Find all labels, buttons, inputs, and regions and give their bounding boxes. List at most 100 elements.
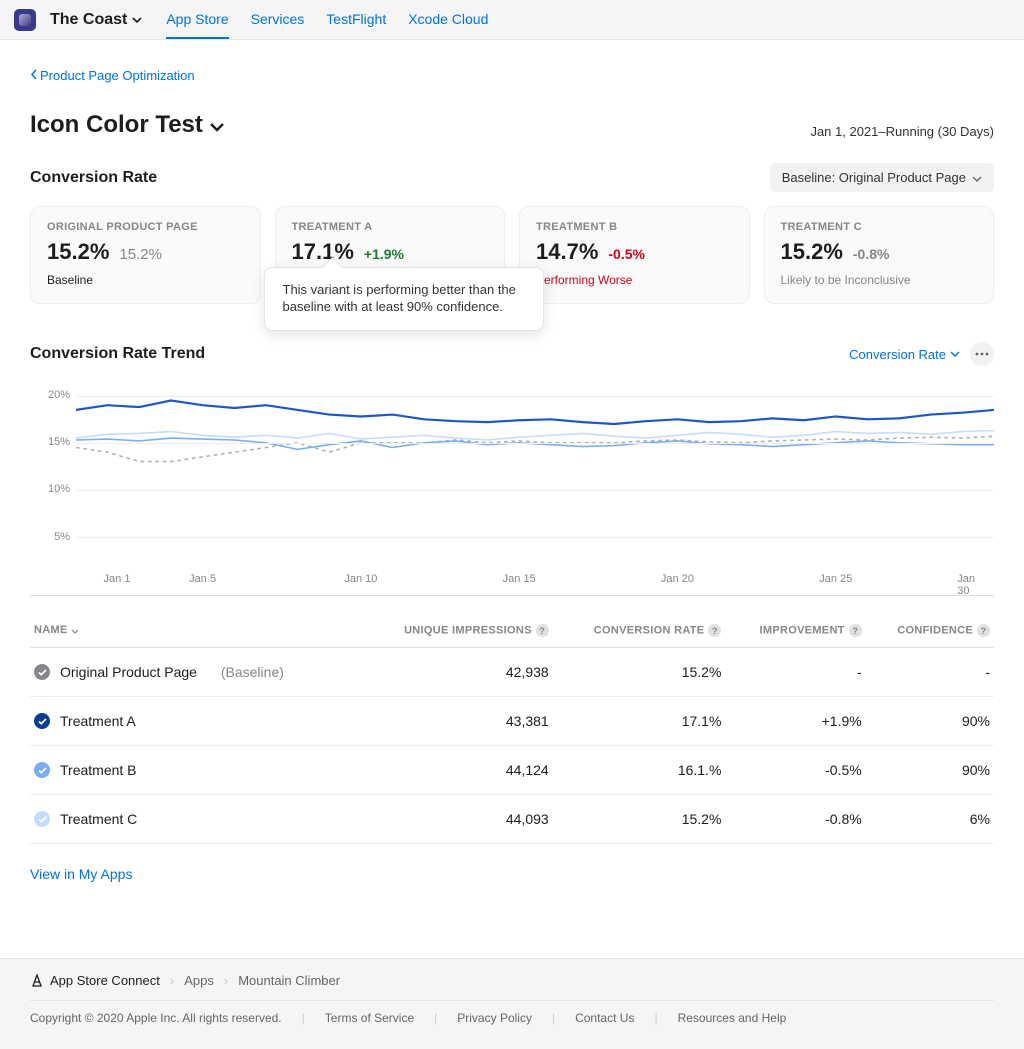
card-value: 15.2% — [47, 239, 109, 265]
table-header[interactable]: UNIQUE IMPRESSIONS? — [358, 612, 552, 648]
chart-series-line — [76, 401, 994, 425]
x-tick: Jan 10 — [344, 573, 377, 585]
x-tick: Jan 15 — [503, 573, 536, 585]
chart-series-line — [76, 431, 994, 440]
x-tick: Jan 25 — [819, 573, 852, 585]
table-header[interactable]: CONFIDENCE? — [866, 612, 994, 648]
footer-link[interactable]: Contact Us — [575, 1011, 634, 1025]
summary-cards: ORIGINAL PRODUCT PAGE15.2%15.2%Baseline T… — [30, 206, 994, 304]
results-table: NAME UNIQUE IMPRESSIONS?CONVERSION RATE?… — [30, 612, 994, 844]
summary-card[interactable]: TREATMENT A17.1%+1.9%Performing BetterTh… — [275, 206, 506, 304]
footer-link[interactable]: Resources and Help — [678, 1011, 787, 1025]
x-tick: Jan 20 — [661, 573, 694, 585]
tooltip: This variant is performing better than t… — [264, 267, 544, 331]
help-icon[interactable]: ? — [849, 624, 862, 637]
card-label: TREATMENT B — [536, 221, 733, 233]
row-name: Treatment B — [60, 762, 137, 778]
trend-title: Conversion Rate Trend — [30, 345, 205, 363]
table-header[interactable]: CONVERSION RATE? — [553, 612, 726, 648]
nav-xcode-cloud[interactable]: Xcode Cloud — [408, 1, 488, 39]
check-icon — [34, 762, 50, 778]
row-improvement: - — [725, 648, 865, 697]
chevron-left-icon — [30, 68, 37, 83]
help-icon[interactable]: ? — [977, 624, 990, 637]
table-header[interactable]: IMPROVEMENT? — [725, 612, 865, 648]
baseline-select-label: Baseline: Original Product Page — [782, 170, 966, 185]
row-confidence: 90% — [866, 746, 994, 795]
row-name: Treatment A — [60, 713, 136, 729]
check-icon — [34, 713, 50, 729]
y-tick: 15% — [48, 436, 70, 448]
chevron-down-icon — [209, 111, 225, 139]
footer-breadcrumbs: App Store Connect › Apps › Mountain Climber — [30, 973, 994, 988]
card-delta: -0.8% — [853, 246, 890, 262]
row-impressions: 43,381 — [358, 697, 552, 746]
card-status: Performing Worse — [536, 273, 733, 287]
baseline-select[interactable]: Baseline: Original Product Page — [770, 163, 994, 192]
card-value: 14.7% — [536, 239, 598, 265]
copyright: Copyright © 2020 Apple Inc. All rights r… — [30, 1011, 282, 1025]
baseline-tag: (Baseline) — [221, 664, 284, 680]
card-label: TREATMENT A — [292, 221, 489, 233]
breadcrumb-link[interactable]: Apps — [184, 973, 214, 988]
row-conversion: 17.1% — [553, 697, 726, 746]
date-status: Jan 1, 2021–Running (30 Days) — [810, 124, 994, 139]
help-icon[interactable]: ? — [708, 624, 721, 637]
row-impressions: 44,124 — [358, 746, 552, 795]
app-icon — [14, 9, 36, 31]
footer-link[interactable]: Privacy Policy — [457, 1011, 532, 1025]
chevron-down-icon — [972, 170, 982, 185]
card-status: Likely to be Inconclusive — [781, 273, 978, 287]
x-tick: Jan 30 — [957, 573, 975, 597]
row-confidence: 90% — [866, 697, 994, 746]
chevron-down-icon — [950, 351, 960, 357]
back-link[interactable]: Product Page Optimization — [30, 68, 195, 83]
more-button[interactable] — [970, 342, 994, 366]
summary-card[interactable]: TREATMENT C 15.2% -0.8% Likely to be Inconc… — [764, 206, 995, 304]
chevron-right-icon: › — [170, 973, 174, 988]
card-value: 15.2% — [781, 239, 843, 265]
card-label: TREATMENT C — [781, 221, 978, 233]
app-name-text: The Coast — [50, 11, 127, 29]
row-confidence: - — [866, 648, 994, 697]
row-impressions: 42,938 — [358, 648, 552, 697]
row-conversion: 15.2% — [553, 795, 726, 844]
table-row: Treatment B44,12416.1.%-0.5%90% — [30, 746, 994, 795]
x-tick: Jan 1 — [104, 573, 131, 585]
help-icon[interactable]: ? — [536, 624, 549, 637]
page-title-text: Icon Color Test — [30, 111, 203, 139]
metric-select[interactable]: Conversion Rate — [849, 347, 960, 362]
app-switcher[interactable]: The Coast — [50, 11, 142, 29]
chevron-down-icon — [71, 625, 79, 637]
row-improvement: +1.9% — [725, 697, 865, 746]
summary-card[interactable]: ORIGINAL PRODUCT PAGE15.2%15.2%Baseline — [30, 206, 261, 304]
topbar: The Coast App Store Services TestFlight Xco… — [0, 0, 1024, 40]
card-value: 17.1% — [292, 239, 354, 265]
page-footer: App Store Connect›Apps›Mountain Climber … — [0, 958, 1024, 1049]
app-store-connect-logo[interactable]: App Store Connect — [30, 973, 160, 988]
card-delta: +1.9% — [364, 246, 404, 262]
row-impressions: 44,093 — [358, 795, 552, 844]
breadcrumb-link[interactable]: Mountain Climber — [238, 973, 340, 988]
row-improvement: -0.8% — [725, 795, 865, 844]
chevron-down-icon — [132, 17, 142, 23]
ellipsis-icon — [975, 352, 989, 356]
row-name: Original Product Page — [60, 664, 197, 680]
appstore-icon — [30, 974, 44, 988]
table-header[interactable]: NAME — [30, 612, 358, 648]
check-icon — [34, 811, 50, 827]
nav-testflight[interactable]: TestFlight — [326, 1, 386, 39]
table-row: Original Product Page (Baseline)42,93815… — [30, 648, 994, 697]
summary-card[interactable]: TREATMENT B14.7%-0.5%Performing Worse — [519, 206, 750, 304]
view-in-my-apps-link[interactable]: View in My Apps — [30, 866, 132, 882]
top-nav: App Store Services TestFlight Xcode Cloud — [166, 1, 488, 39]
footer-link[interactable]: Terms of Service — [325, 1011, 414, 1025]
x-tick: Jan 5 — [189, 573, 216, 585]
page-title[interactable]: Icon Color Test — [30, 111, 225, 139]
nav-services[interactable]: Services — [251, 1, 305, 39]
back-link-text: Product Page Optimization — [40, 68, 195, 83]
trend-chart: 5%10%15%20% Jan 1Jan 5Jan 10Jan 15Jan 20… — [30, 376, 994, 596]
row-conversion: 16.1.% — [553, 746, 726, 795]
nav-app-store[interactable]: App Store — [166, 1, 228, 39]
chevron-right-icon: › — [224, 973, 228, 988]
